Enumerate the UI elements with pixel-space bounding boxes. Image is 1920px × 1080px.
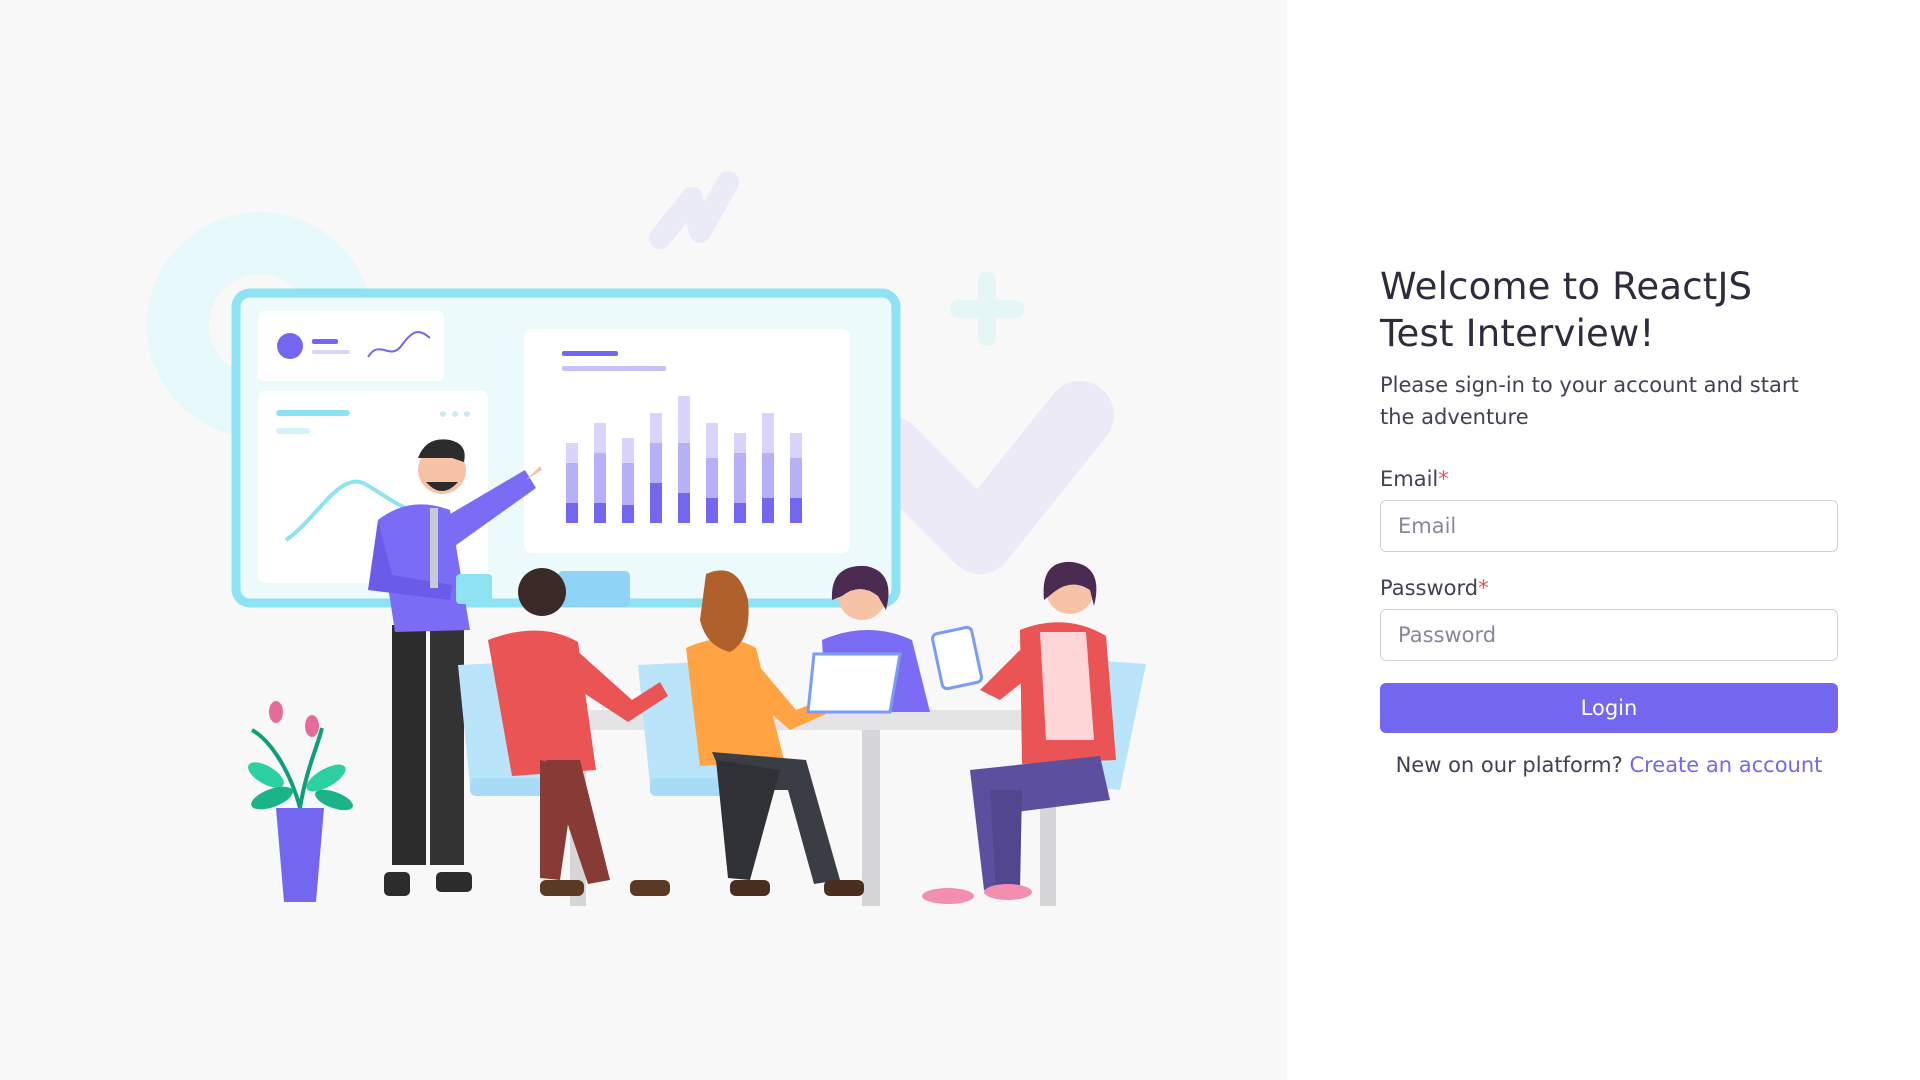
signup-prompt: New on our platform? bbox=[1395, 753, 1623, 777]
plus-decoration-icon bbox=[950, 272, 1024, 346]
create-account-link[interactable]: Create an account bbox=[1629, 753, 1822, 777]
email-field[interactable] bbox=[1380, 500, 1838, 552]
login-button[interactable]: Login bbox=[1380, 683, 1838, 733]
attendee-tablet bbox=[922, 561, 1116, 904]
presentation-screen bbox=[231, 288, 901, 608]
login-panel: Welcome to ReactJS Test Interview! Please… bbox=[1287, 0, 1920, 1080]
password-label: Password* bbox=[1380, 576, 1838, 600]
welcome-subtitle: Please sign-in to your account and start… bbox=[1380, 373, 1799, 429]
welcome-title-line-1: Welcome to ReactJS bbox=[1380, 265, 1753, 308]
login-form: Email* Password* Login bbox=[1380, 467, 1838, 733]
attendee-red-shirt bbox=[488, 568, 670, 896]
signup-row: New on our platform? Create an account bbox=[1380, 753, 1838, 777]
illustration-panel bbox=[0, 0, 1287, 1080]
attendee-orange-shirt bbox=[686, 570, 864, 896]
page-title: Welcome to ReactJS Test Interview! bbox=[1380, 263, 1838, 357]
password-field[interactable] bbox=[1380, 609, 1838, 661]
zigzag-decoration-icon bbox=[649, 171, 739, 249]
plant-icon bbox=[248, 701, 353, 902]
login-card: Welcome to ReactJS Test Interview! Please… bbox=[1380, 263, 1838, 777]
email-required-mark: * bbox=[1438, 467, 1449, 491]
email-label-text: Email bbox=[1380, 467, 1439, 491]
password-label-text: Password bbox=[1380, 576, 1479, 600]
password-required-mark: * bbox=[1478, 576, 1489, 600]
welcome-title-line-2: Test Interview! bbox=[1380, 312, 1655, 355]
checkmark-decoration-icon bbox=[856, 381, 1114, 574]
team-meeting-illustration bbox=[147, 171, 1146, 906]
email-label: Email* bbox=[1380, 467, 1838, 491]
